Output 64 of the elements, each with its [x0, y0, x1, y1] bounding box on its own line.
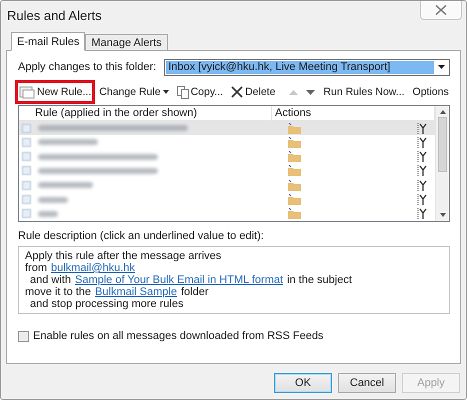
dialog-button[interactable]: Cancel [338, 373, 396, 393]
down-arrow-icon [306, 90, 316, 94]
folder-icon [288, 208, 301, 220]
blurred-text [38, 139, 98, 146]
description-text: Apply this rule after the message arrives [25, 250, 222, 262]
folder-icon [288, 122, 301, 134]
new-rule-button[interactable]: New Rule... [15, 80, 96, 104]
folder-icon [288, 180, 301, 191]
blurred-text [38, 196, 68, 203]
wrench-icon [417, 194, 427, 206]
row-checkbox[interactable] [22, 152, 31, 162]
row-checkbox[interactable] [22, 180, 31, 190]
dialog-button[interactable]: OK [274, 373, 332, 393]
description-text: and with [30, 274, 71, 286]
close-button[interactable] [420, 1, 462, 20]
delete-rule-button[interactable]: Delete [227, 80, 280, 104]
caret-icon [162, 90, 169, 94]
description-label: Rule description (click an underlined value to edit): [18, 230, 265, 242]
folder-icon [288, 136, 301, 148]
dropdown-arrow-icon [438, 65, 444, 69]
row-checkbox[interactable] [22, 195, 31, 204]
rule-value-link[interactable]: Sample of Your Bulk Email in HTML format [74, 274, 284, 286]
delete-icon [231, 86, 244, 98]
description-text: and stop processing more rules [30, 298, 184, 310]
description-text: move it to the [25, 286, 92, 298]
rule-value-link[interactable]: Bulkmail Sample [95, 286, 177, 298]
rule-value-link[interactable]: bulkmail@hku.hk [51, 262, 135, 274]
column-header[interactable]: Rule (applied in the order shown) [19, 106, 272, 120]
row-checkbox[interactable] [22, 124, 31, 133]
options-rule-button[interactable]: Options [408, 80, 453, 104]
wrench-icon [417, 136, 427, 148]
folder-icon [288, 194, 301, 206]
copy-icon [176, 86, 189, 98]
folder-dropdown[interactable]: Inbox [vyick@hku.hk, Live Meeting Transport] [164, 58, 450, 76]
wrench-icon [417, 165, 427, 176]
folder-icon [288, 165, 301, 176]
change-rule-button[interactable]: Change Rule [95, 80, 173, 104]
scroll-down-icon [440, 213, 446, 217]
blurred-text [38, 182, 93, 188]
copy-rule-button[interactable]: Copy... [172, 80, 228, 104]
wrench-icon [417, 151, 427, 162]
window-title: Rules and Alerts [7, 8, 102, 23]
description-text: in the subject [287, 274, 352, 286]
checkbox-label: Enable rules on all messages downloaded from RSS Feeds [33, 330, 324, 342]
close-icon [435, 5, 447, 15]
up-arrow-icon [289, 90, 298, 94]
blurred-text [38, 210, 58, 217]
scrollbar[interactable] [435, 106, 449, 221]
rule-row[interactable] [19, 120, 435, 136]
run-rule-button[interactable]: Run Rules Now... [319, 80, 409, 104]
folder-label: Apply changes to this folder: [18, 61, 156, 73]
scroll-up-icon [440, 110, 446, 114]
wrench-icon [417, 208, 427, 220]
tab[interactable]: E-mail Rules [11, 32, 86, 51]
description-text: folder [180, 286, 208, 298]
row-checkbox[interactable] [22, 209, 31, 218]
description-text: from [25, 262, 47, 274]
wrench-icon [417, 122, 427, 134]
checkbox[interactable] [18, 330, 29, 342]
tab[interactable]: Manage Alerts [85, 34, 168, 51]
wrench-icon [417, 180, 427, 191]
row-checkbox[interactable] [22, 166, 31, 176]
folder-icon [288, 151, 301, 162]
row-checkbox[interactable] [22, 138, 31, 147]
